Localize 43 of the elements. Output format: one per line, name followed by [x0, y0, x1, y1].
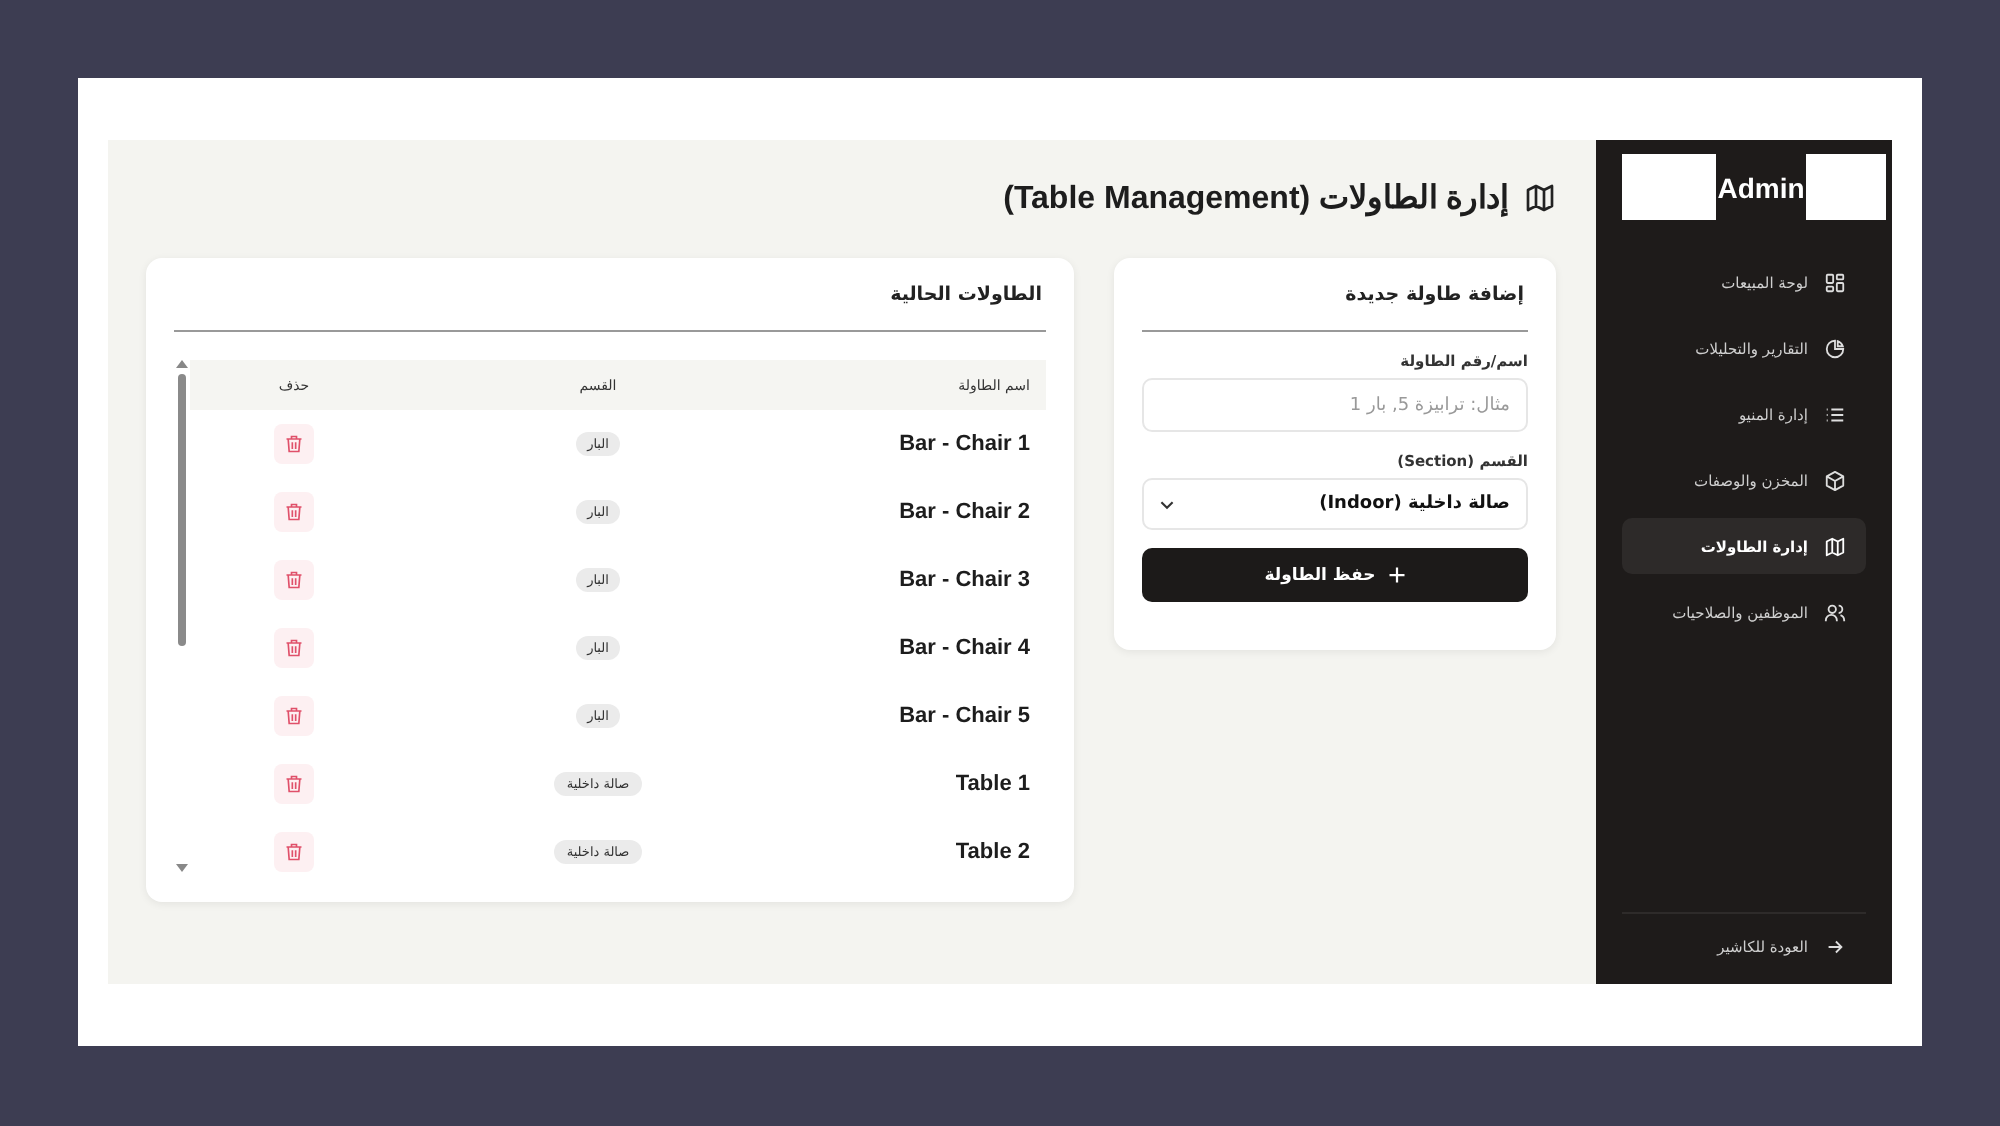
map-icon — [1524, 182, 1556, 214]
table-name-cell-text: Bar - Chair 1 — [897, 432, 1032, 456]
users-icon — [1824, 601, 1846, 623]
delete-button[interactable] — [274, 832, 314, 872]
delete-button[interactable] — [274, 424, 314, 464]
redaction-block — [1806, 154, 1886, 220]
delete-button[interactable] — [274, 696, 314, 736]
scrollbar-thumb[interactable] — [178, 374, 186, 646]
scroll-up-arrow-icon[interactable] — [176, 360, 188, 368]
pie-chart-icon — [1824, 337, 1846, 359]
redaction-block — [1622, 154, 1716, 220]
table-name-field[interactable]: مثال: ترابيزة 5, بار 1 — [1142, 378, 1528, 432]
table-name-cell-text: Table 2 — [953, 840, 1032, 864]
table-name-cell-text: Bar - Chair 2 — [897, 500, 1032, 524]
trash-icon — [284, 434, 304, 454]
card-title: إضافة طاولة جديدة — [1343, 282, 1526, 310]
delete-button[interactable] — [274, 492, 314, 532]
map-icon — [1824, 535, 1846, 557]
scroll-down-arrow-icon[interactable] — [176, 864, 188, 872]
trash-icon — [284, 570, 304, 590]
table-name-cell-text: Bar - Chair 3 — [897, 568, 1032, 592]
brand-name: Admin — [1716, 171, 1806, 203]
box-icon — [1824, 469, 1846, 491]
delete-button[interactable] — [274, 764, 314, 804]
plus-icon — [1387, 566, 1406, 584]
trash-icon — [284, 638, 304, 658]
section-dropdown[interactable]: صالة داخلية (Indoor) — [1142, 478, 1528, 530]
list-icon — [1824, 403, 1846, 425]
save-table-button[interactable]: حفظ الطاولة — [1142, 548, 1528, 602]
grid-icon — [1824, 271, 1846, 293]
table-name-cell-text: Bar - Chair 4 — [897, 636, 1032, 660]
chevron-down-icon — [1160, 499, 1174, 509]
table-name-cell-text: Bar - Chair 5 — [897, 704, 1032, 728]
delete-button[interactable] — [274, 628, 314, 668]
trash-icon — [284, 842, 304, 862]
trash-icon — [284, 706, 304, 726]
delete-button[interactable] — [274, 560, 314, 600]
trash-icon — [284, 774, 304, 794]
page-title: إدارة الطاولات (Table Management) — [1003, 180, 1508, 218]
arrow-right-icon — [1824, 935, 1846, 957]
table-name-cell-text: Table 1 — [953, 772, 1032, 796]
trash-icon — [284, 502, 304, 522]
card-title: الطاولات الحالية — [888, 282, 1044, 310]
